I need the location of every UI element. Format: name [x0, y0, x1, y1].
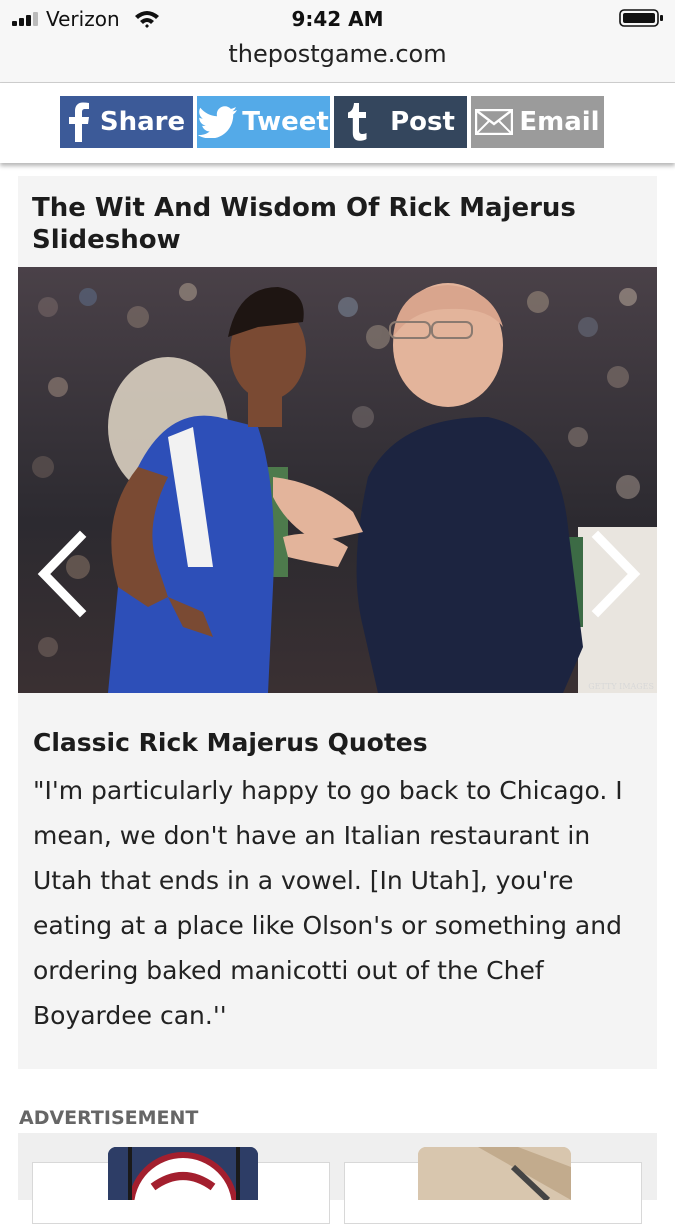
- carrier-name: Verizon: [46, 7, 120, 31]
- url-text[interactable]: thepostgame.com: [0, 40, 675, 68]
- basketball-coach-player-photo: GETTY IMAGES: [18, 267, 657, 693]
- email-share-label: Email: [519, 107, 600, 137]
- ad-thumbnail-image[interactable]: [418, 1147, 571, 1200]
- tumblr-post-label: Post: [390, 107, 455, 137]
- twitter-tweet-label: Tweet: [242, 107, 329, 137]
- slideshow-title: The Wit And Wisdom Of Rick Majerus Slide…: [32, 193, 576, 255]
- next-slide-arrow-icon[interactable]: [586, 529, 646, 619]
- share-bar: Share Tweet Post Email: [0, 83, 675, 163]
- previous-slide-arrow-icon[interactable]: [32, 529, 92, 619]
- envelope-icon: [475, 109, 514, 135]
- facebook-icon: [68, 102, 90, 142]
- slide-heading: Classic Rick Majerus Quotes: [33, 728, 428, 757]
- twitter-bird-icon: [198, 106, 238, 138]
- slideshow-card: The Wit And Wisdom Of Rick Majerus Slide…: [18, 176, 657, 1069]
- facebook-share-label: Share: [99, 107, 186, 137]
- address-bar[interactable]: thepostgame.com: [0, 36, 675, 83]
- tumblr-post-button[interactable]: Post: [334, 96, 467, 148]
- wifi-icon: [135, 11, 159, 28]
- twitter-tweet-button[interactable]: Tweet: [197, 96, 330, 148]
- tumblr-icon: [346, 103, 368, 141]
- status-bar: Verizon 9:42 AM: [0, 0, 675, 36]
- slideshow-photo[interactable]: GETTY IMAGES: [18, 267, 657, 693]
- ad-thumbnail-image[interactable]: [108, 1147, 258, 1200]
- email-share-button[interactable]: Email: [471, 96, 604, 148]
- battery-icon: [619, 9, 663, 27]
- signal-strength-icon: [12, 12, 42, 26]
- advertisement-label: ADVERTISEMENT: [19, 1107, 199, 1129]
- slide-quote-text: "I'm particularly happy to go back to Ch…: [33, 776, 623, 1030]
- advertisement-area: [18, 1133, 657, 1224]
- facebook-share-button[interactable]: Share: [60, 96, 193, 148]
- photo-credit: GETTY IMAGES: [588, 682, 654, 691]
